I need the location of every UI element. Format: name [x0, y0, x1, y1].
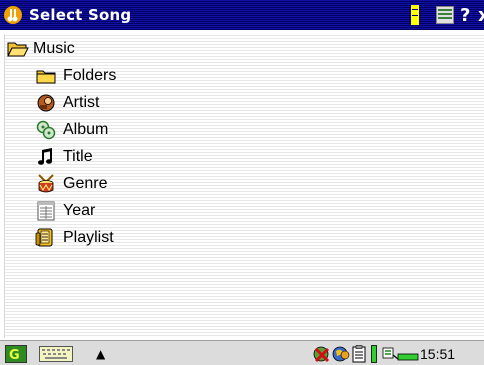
- tree-item-genre[interactable]: Genre: [35, 171, 107, 197]
- device-screen: Select Song ? x Music Folders Artist Alb…: [0, 0, 484, 365]
- show-tray-arrow[interactable]: ▲: [96, 344, 105, 363]
- keyboard-icon[interactable]: [39, 346, 73, 362]
- globe-icon[interactable]: [332, 344, 350, 363]
- tree-item-folders[interactable]: Folders: [35, 63, 116, 89]
- tree-root-label: Music: [33, 40, 75, 57]
- start-menu-button[interactable]: G: [5, 345, 27, 363]
- tree-item-album[interactable]: Album: [35, 117, 108, 143]
- close-button[interactable]: x: [478, 4, 484, 26]
- folder-open-icon: [7, 38, 29, 60]
- album-icon: [35, 119, 57, 141]
- clipboard-icon[interactable]: [352, 344, 368, 363]
- battery-icon: [371, 344, 379, 363]
- window-title: Select Song: [29, 6, 132, 24]
- no-connection-icon[interactable]: [312, 344, 332, 363]
- music-app-icon: [4, 6, 22, 24]
- tree-item-label: Genre: [63, 175, 108, 192]
- tree-item-label: Year: [63, 202, 96, 219]
- svg-text:G: G: [9, 348, 20, 362]
- song-browser-list: Music Folders Artist Album Title Genre Y…: [4, 34, 484, 338]
- music-note-icon: [35, 146, 57, 168]
- tree-root-music[interactable]: Music: [7, 36, 75, 62]
- view-toggle-icon[interactable]: [436, 4, 458, 26]
- power-plug-icon: [382, 344, 420, 363]
- clock-time: 15:51: [420, 345, 456, 362]
- tree-item-label: Artist: [63, 94, 100, 111]
- tree-item-label: Album: [63, 121, 109, 138]
- playlist-icon: [35, 227, 57, 249]
- tree-item-label: Folders: [63, 67, 117, 84]
- folder-icon: [35, 65, 57, 87]
- title-bar: Select Song ? x: [0, 0, 484, 30]
- tree-item-year[interactable]: Year: [35, 198, 95, 224]
- battery-level-icon: [411, 4, 419, 26]
- tree-item-label: Playlist: [63, 229, 114, 246]
- genre-drum-icon: [35, 173, 57, 195]
- status-bar: G ▲ 15:51: [0, 340, 484, 365]
- calendar-icon: [35, 200, 57, 222]
- tree-item-artist[interactable]: Artist: [35, 90, 99, 116]
- artist-icon: [35, 92, 57, 114]
- tree-item-title[interactable]: Title: [35, 144, 93, 170]
- tree-item-playlist[interactable]: Playlist: [35, 225, 114, 251]
- tree-item-label: Title: [63, 148, 93, 165]
- help-button[interactable]: ?: [460, 4, 478, 26]
